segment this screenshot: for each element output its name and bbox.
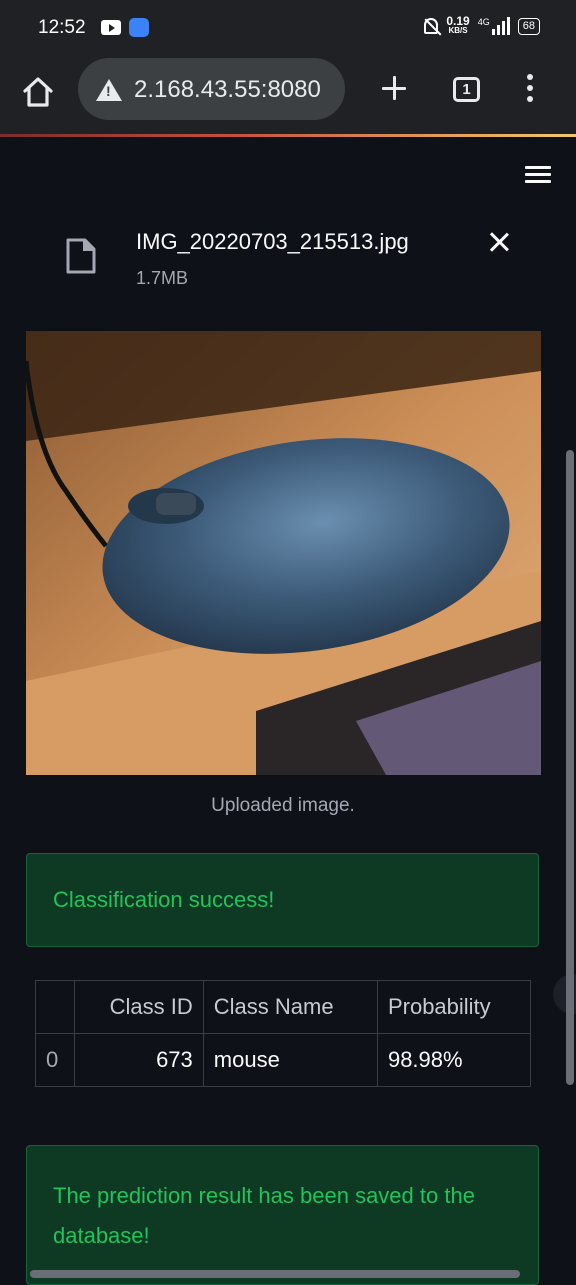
more-menu-icon[interactable] (524, 74, 536, 104)
table-row: 0 673 mouse 98.98% (35, 1033, 532, 1087)
table-header-class-id[interactable]: Class ID (74, 980, 204, 1034)
table-header-class-name[interactable]: Class Name (202, 980, 378, 1034)
table-cell-class-name: mouse (202, 1033, 378, 1087)
file-icon (66, 238, 96, 274)
status-bar: 12:52 0.19 KB/S 4G 68 (0, 0, 576, 56)
uploaded-image (26, 331, 541, 775)
table-header-index[interactable] (35, 980, 75, 1034)
new-tab-plus-icon[interactable] (378, 72, 410, 104)
url-text[interactable]: 2.168.43.55:8080 (134, 76, 321, 104)
address-bar[interactable]: 2.168.43.55:8080 (78, 58, 345, 120)
image-caption: Uploaded image. (211, 795, 355, 816)
mute-bell-icon (424, 18, 439, 34)
vertical-scrollbar[interactable] (566, 450, 574, 1085)
browser-toolbar: 2.168.43.55:8080 1 (0, 56, 576, 134)
page-load-divider (0, 134, 576, 137)
table-header-probability[interactable]: Probability (376, 980, 532, 1034)
success-alert-text: Classification success! (53, 887, 275, 912)
network-speed: 0.19 KB/S (446, 14, 470, 35)
tab-switcher-button[interactable]: 1 (453, 77, 480, 102)
signal-icon: 4G (478, 17, 510, 35)
table-cell-probability: 98.98% (376, 1033, 532, 1087)
table-cell-class-id: 673 (74, 1033, 204, 1087)
remove-file-close-icon[interactable] (487, 230, 511, 254)
status-indicators: 0.19 KB/S 4G 68 (424, 14, 540, 36)
table-cell-index: 0 (35, 1033, 75, 1087)
horizontal-scrollbar[interactable] (30, 1270, 520, 1278)
saved-alert-text: The prediction result has been saved to … (53, 1183, 475, 1248)
youtube-notification-icon (101, 20, 121, 35)
warning-icon[interactable] (96, 79, 122, 101)
app-notification-icon (129, 18, 149, 37)
success-alert: Classification success! (26, 853, 539, 947)
home-icon[interactable] (20, 74, 56, 110)
table-header-row: Class ID Class Name Probability (35, 980, 532, 1034)
battery-icon: 68 (517, 17, 540, 35)
uploaded-file-size: 1.7MB (136, 268, 189, 288)
status-time: 12:52 (38, 17, 86, 38)
results-table: Class ID Class Name Probability 0 673 mo… (35, 980, 532, 1087)
saved-alert: The prediction result has been saved to … (26, 1145, 539, 1285)
uploaded-file-name: IMG_20220703_215513.jpg (136, 229, 409, 254)
hamburger-menu-icon[interactable] (525, 166, 551, 184)
